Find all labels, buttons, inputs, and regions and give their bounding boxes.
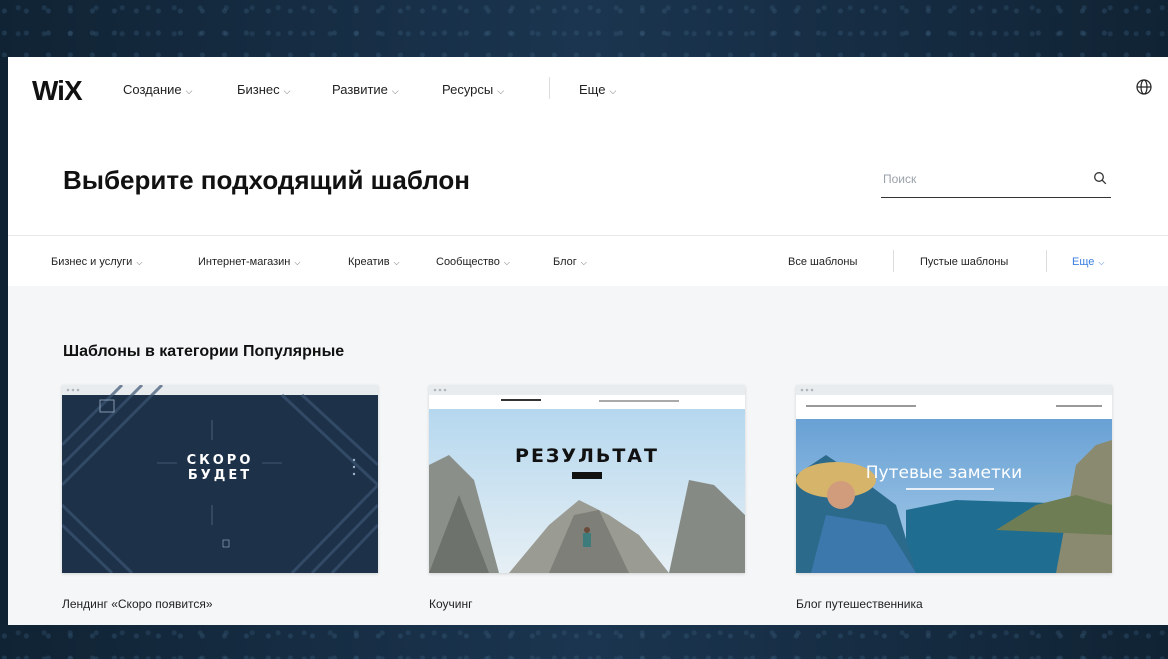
- chevron-down-icon: ⌵: [1098, 258, 1105, 267]
- template-preview[interactable]: Путевые заметки: [796, 385, 1112, 573]
- search-input[interactable]: Поиск: [881, 163, 1111, 198]
- category-community[interactable]: Сообщество ⌵: [436, 256, 510, 268]
- chevron-down-icon: ⌵: [580, 258, 587, 267]
- chevron-down-icon: ⌵: [283, 86, 291, 96]
- section-title: Шаблоны в категории Популярные: [63, 343, 345, 360]
- category-divider: [893, 250, 894, 272]
- chevron-down-icon: ⌵: [497, 86, 505, 96]
- preview-heading: Путевые заметки: [866, 463, 1022, 483]
- chevron-down-icon: ⌵: [391, 86, 399, 96]
- category-business[interactable]: Бизнес и услуги ⌵: [51, 256, 142, 268]
- blank-templates-link[interactable]: Пустые шаблоны: [920, 256, 1008, 268]
- search-placeholder: Поиск: [883, 172, 917, 186]
- category-more[interactable]: Еще ⌵: [1072, 256, 1104, 268]
- nav-item-business[interactable]: Бизнес ⌵: [237, 82, 291, 97]
- category-divider: [1046, 250, 1047, 272]
- top-navigation: WiX Создание ⌵ Бизнес ⌵ Развитие ⌵ Ресурсы ⌵…: [8, 57, 1168, 121]
- nav-item-label: Еще: [579, 82, 606, 97]
- category-online-store[interactable]: Интернет-магазин ⌵: [198, 256, 300, 268]
- chevron-down-icon: ⌵: [136, 258, 143, 267]
- category-label: Креатив: [348, 256, 390, 268]
- chevron-down-icon: ⌵: [503, 258, 510, 267]
- chevron-down-icon: ⌵: [393, 258, 400, 267]
- chevron-down-icon: ⌵: [294, 258, 301, 267]
- template-preview[interactable]: РЕЗУЛЬТАТ: [429, 385, 745, 573]
- nav-item-label: Бизнес: [237, 82, 280, 97]
- search-icon[interactable]: [1093, 171, 1107, 185]
- chevron-down-icon: ⌵: [609, 86, 617, 96]
- category-blog[interactable]: Блог ⌵: [553, 256, 587, 268]
- template-card-title[interactable]: Коучинг: [429, 597, 473, 611]
- category-label: Блог: [553, 256, 577, 268]
- nav-item-resources[interactable]: Ресурсы ⌵: [442, 82, 504, 97]
- nav-item-create[interactable]: Создание ⌵: [123, 82, 192, 97]
- nav-divider: [549, 77, 550, 99]
- wix-logo[interactable]: WiX: [32, 75, 83, 107]
- preview-heading: РЕЗУЛЬТАТ: [515, 445, 659, 467]
- category-label: Интернет-магазин: [198, 256, 291, 268]
- page-title: Выберите подходящий шаблон: [63, 165, 470, 195]
- category-label: Сообщество: [436, 256, 500, 268]
- nav-item-label: Развитие: [332, 82, 388, 97]
- chevron-down-icon: ⌵: [185, 86, 193, 96]
- all-templates-link[interactable]: Все шаблоны: [788, 256, 857, 268]
- nav-item-label: Ресурсы: [442, 82, 494, 97]
- template-card-travel-blog[interactable]: Путевые заметки Блог путешественника: [796, 385, 1112, 611]
- nav-item-label: Создание: [123, 82, 182, 97]
- preview-heading-line1: СКОРО: [187, 453, 254, 468]
- nav-item-growth[interactable]: Развитие ⌵: [332, 82, 399, 97]
- category-creative[interactable]: Креатив ⌵: [348, 256, 400, 268]
- globe-icon[interactable]: [1135, 78, 1153, 96]
- template-card-coming-soon[interactable]: СКОРО БУДЕТ Лендинг «Скоро появится»: [62, 385, 378, 611]
- preview-heading-line2: БУДЕТ: [188, 468, 252, 483]
- template-card-coaching[interactable]: РЕЗУЛЬТАТ Коучинг: [429, 385, 745, 611]
- hero-section: Выберите подходящий шаблон Поиск: [8, 121, 1168, 235]
- template-card-title[interactable]: Лендинг «Скоро появится»: [62, 597, 213, 611]
- background-band-bottom: [0, 625, 1168, 659]
- background-band-top: [0, 0, 1168, 57]
- browser-screen: WiX Создание ⌵ Бизнес ⌵ Развитие ⌵ Ресурсы ⌵…: [8, 57, 1168, 625]
- nav-item-more[interactable]: Еще ⌵: [579, 82, 616, 97]
- category-bar: Бизнес и услуги ⌵ Интернет-магазин ⌵ Креат…: [8, 235, 1168, 286]
- category-label: Еще: [1072, 256, 1095, 268]
- category-label: Бизнес и услуги: [51, 256, 133, 268]
- template-preview[interactable]: СКОРО БУДЕТ: [62, 385, 378, 573]
- template-card-title[interactable]: Блог путешественника: [796, 597, 923, 611]
